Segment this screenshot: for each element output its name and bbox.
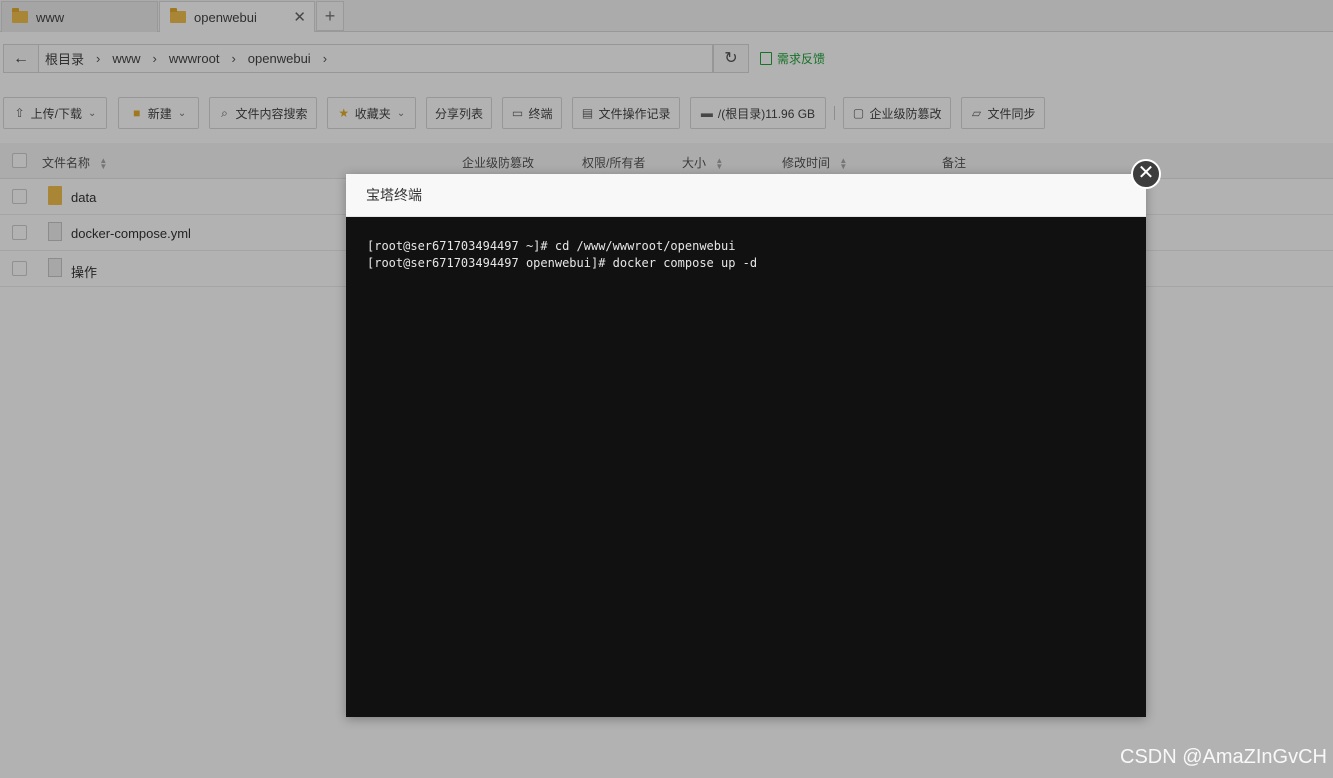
watermark: CSDN @AmaZInGvCH <box>1120 746 1327 768</box>
dialog-title: 宝塔终端 <box>346 174 1146 217</box>
terminal-console[interactable]: [root@ser671703494497 ~]# cd /www/wwwroo… <box>346 217 1146 717</box>
terminal-dialog: 宝塔终端 [root@ser671703494497 ~]# cd /www/w… <box>346 174 1146 717</box>
close-dialog-button[interactable]: ✕ <box>1131 159 1161 189</box>
terminal-line: [root@ser671703494497 openwebui]# docker… <box>367 256 758 270</box>
terminal-line: [root@ser671703494497 ~]# cd /www/wwwroo… <box>367 239 736 253</box>
close-icon: ✕ <box>1137 162 1155 184</box>
